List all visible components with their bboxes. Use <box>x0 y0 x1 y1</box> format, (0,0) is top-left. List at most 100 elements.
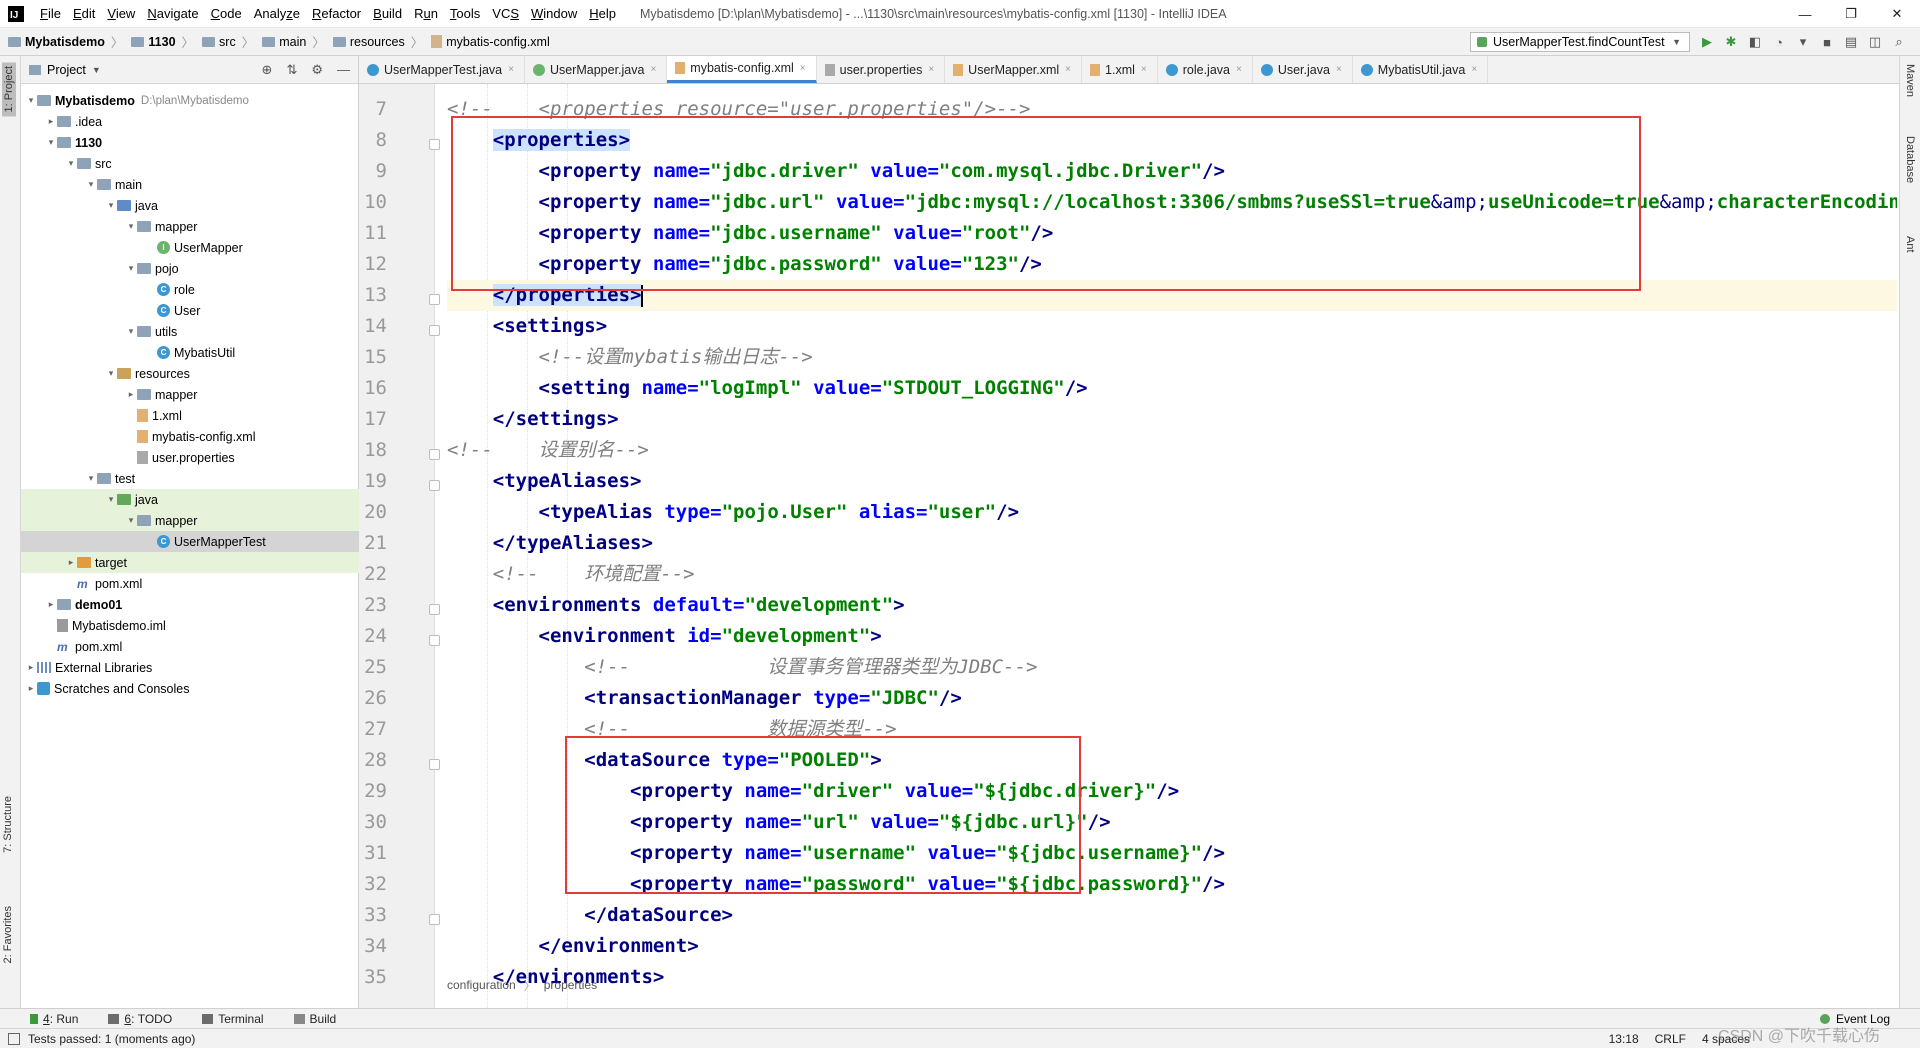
menu-item[interactable]: Build <box>367 0 408 28</box>
close-tab-icon[interactable]: × <box>928 64 934 75</box>
chevron-down-icon[interactable]: ▼ <box>92 65 101 75</box>
chevron-down-icon[interactable]: ▾ <box>105 494 117 505</box>
line-number[interactable]: 26 <box>359 687 387 709</box>
restore-button[interactable]: ❐ <box>1828 0 1874 28</box>
layout-icon[interactable]: ◫ <box>1868 34 1882 49</box>
tree-item[interactable]: I UserMapper <box>21 237 359 258</box>
collapse-icon[interactable]: ⇅ <box>286 62 297 78</box>
close-tab-icon[interactable]: × <box>1336 64 1342 75</box>
chevron-down-icon[interactable]: ▾ <box>105 368 117 379</box>
tree-item[interactable]: ▸ mapper <box>21 384 359 405</box>
nav-crumb-src[interactable]: src 〉 <box>194 32 254 51</box>
chevron-right-icon[interactable]: ▸ <box>65 557 77 568</box>
tab-terminal[interactable]: Terminal <box>202 1012 264 1026</box>
chevron-down-icon[interactable]: ▾ <box>125 221 137 232</box>
editor-tab[interactable]: User.java × <box>1253 56 1353 83</box>
menu-item[interactable]: View <box>101 0 141 28</box>
line-number[interactable]: 17 <box>359 408 387 430</box>
line-number[interactable]: 27 <box>359 718 387 740</box>
tab-structure[interactable]: 7: Structure <box>2 796 14 853</box>
menu-item[interactable]: Tools <box>444 0 486 28</box>
line-number[interactable]: 25 <box>359 656 387 678</box>
chevron-down-icon[interactable]: ▾ <box>45 137 57 148</box>
line-number[interactable]: 18 <box>359 439 387 461</box>
tab-maven[interactable]: Maven <box>1904 64 1916 97</box>
line-number[interactable]: 28 <box>359 749 387 771</box>
close-tab-icon[interactable]: × <box>1236 64 1242 75</box>
menu-item[interactable]: Edit <box>67 0 101 28</box>
tree-item[interactable]: ▾ Mybatisdemo D:\plan\Mybatisdemo <box>21 90 359 111</box>
close-tab-icon[interactable]: × <box>508 64 514 75</box>
coverage-icon[interactable]: ◧ <box>1748 34 1762 49</box>
fold-marker-icon[interactable] <box>429 480 440 491</box>
tree-item[interactable]: ▸ Scratches and Consoles <box>21 678 359 699</box>
code-line[interactable]: <!-- 环境配置--> <box>447 559 695 590</box>
tree-item[interactable]: ▸ External Libraries <box>21 657 359 678</box>
tree-item[interactable]: C User <box>21 300 359 321</box>
breadcrumb-configuration[interactable]: configuration <box>447 978 516 992</box>
editor-tab[interactable]: mybatis-config.xml × <box>667 56 817 83</box>
fold-marker-icon[interactable] <box>429 139 440 150</box>
menu-item[interactable]: Help <box>583 0 622 28</box>
line-number[interactable]: 14 <box>359 315 387 337</box>
menu-item[interactable]: VCS <box>486 0 525 28</box>
tree-item[interactable]: mybatis-config.xml <box>21 426 359 447</box>
tree-item[interactable]: ▾ mapper <box>21 510 359 531</box>
fold-marker-icon[interactable] <box>429 635 440 646</box>
line-number[interactable]: 24 <box>359 625 387 647</box>
tree-item[interactable]: C UserMapperTest <box>21 531 359 552</box>
close-tab-icon[interactable]: × <box>1141 64 1147 75</box>
line-number[interactable]: 32 <box>359 873 387 895</box>
chevron-down-icon[interactable]: ▾ <box>25 95 37 106</box>
tab-favorites[interactable]: 2: Favorites <box>2 906 14 963</box>
fold-marker-icon[interactable] <box>429 604 440 615</box>
profile-icon[interactable]: ◔ <box>1772 35 1786 50</box>
tree-item[interactable]: ▸ demo01 <box>21 594 359 615</box>
editor-tab[interactable]: MybatisUtil.java × <box>1353 56 1489 83</box>
tree-item[interactable]: m pom.xml <box>21 573 359 594</box>
line-number[interactable]: 15 <box>359 346 387 368</box>
breadcrumb-properties[interactable]: properties <box>544 978 597 992</box>
debug-icon[interactable]: ✱ <box>1724 34 1738 49</box>
close-button[interactable]: ✕ <box>1874 0 1920 28</box>
tree-item[interactable]: Crole <box>21 279 359 300</box>
line-number[interactable]: 16 <box>359 377 387 399</box>
tab-run[interactable]: 4: Run <box>30 1012 78 1026</box>
menu-item[interactable]: File <box>34 0 67 28</box>
tab-database[interactable]: Database <box>1904 136 1916 183</box>
editor-tab[interactable]: UserMapper.java × <box>525 56 668 83</box>
code-line[interactable]: <settings> <box>447 311 607 342</box>
tree-item[interactable]: 1.xml <box>21 405 359 426</box>
line-number[interactable]: 7 <box>359 98 387 120</box>
editor-tab[interactable]: 1.xml × <box>1082 56 1158 83</box>
code-line[interactable]: </typeAliases> <box>447 528 653 559</box>
line-number[interactable]: 34 <box>359 935 387 957</box>
tree-item[interactable]: ▾ pojo <box>21 258 359 279</box>
tree-item[interactable]: Mybatisdemo.iml <box>21 615 359 636</box>
hide-icon[interactable]: — <box>337 62 350 78</box>
tree-item[interactable]: ▾ mapper <box>21 216 359 237</box>
editor-tab[interactable]: UserMapper.xml × <box>945 56 1083 83</box>
line-number[interactable]: 31 <box>359 842 387 864</box>
close-tab-icon[interactable]: × <box>1471 64 1477 75</box>
menu-item[interactable]: Analyze <box>248 0 306 28</box>
editor-tab[interactable]: UserMapperTest.java × <box>359 56 525 83</box>
close-tab-icon[interactable]: × <box>800 63 806 74</box>
menu-item[interactable]: Window <box>525 0 583 28</box>
close-tab-icon[interactable]: × <box>650 64 656 75</box>
line-separator[interactable]: CRLF <box>1655 1032 1686 1046</box>
tree-item[interactable]: ▾ resources <box>21 363 359 384</box>
line-number[interactable]: 29 <box>359 780 387 802</box>
code-line[interactable]: <typeAlias type="pojo.User" alias="user"… <box>447 497 1020 528</box>
minimize-button[interactable]: — <box>1782 0 1828 28</box>
stop-icon[interactable]: ■ <box>1820 35 1834 50</box>
editor-tab[interactable]: user.properties × <box>817 56 946 83</box>
fold-marker-icon[interactable] <box>429 325 440 336</box>
chevron-down-icon[interactable]: ▾ <box>125 515 137 526</box>
line-number[interactable]: 9 <box>359 160 387 182</box>
line-number[interactable]: 35 <box>359 966 387 988</box>
nav-crumb-resources[interactable]: resources 〉 <box>325 32 423 51</box>
code-line[interactable]: <environments default="development"> <box>447 590 905 621</box>
nav-crumb-main[interactable]: main 〉 <box>254 32 325 51</box>
project-view-select[interactable]: Project <box>47 63 86 77</box>
